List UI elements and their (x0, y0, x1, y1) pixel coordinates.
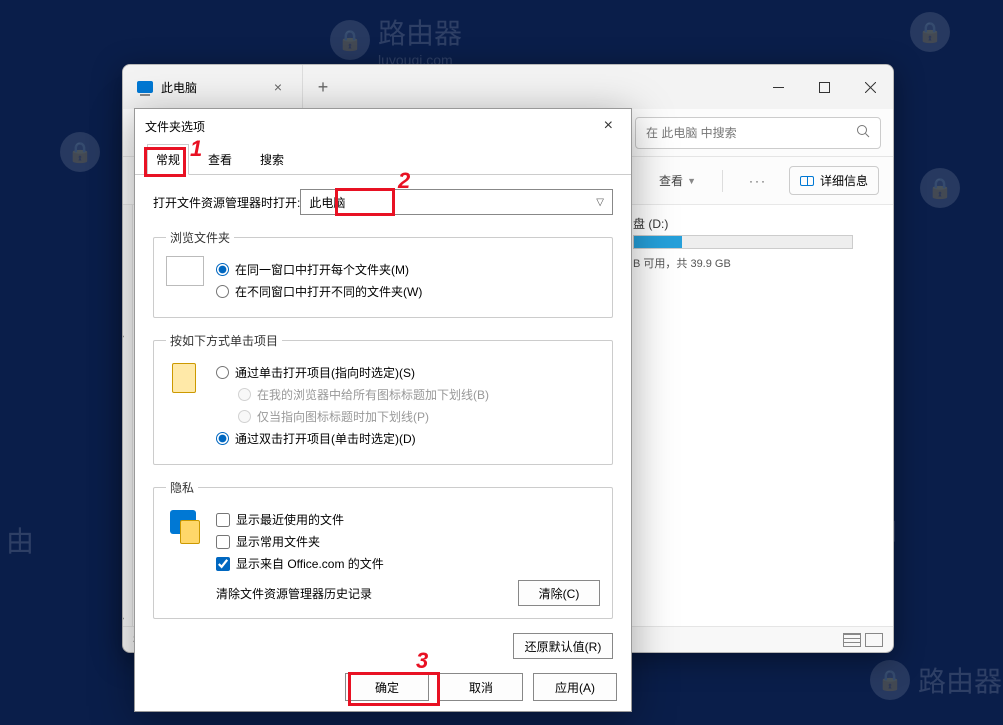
drive-usage-bar (633, 235, 853, 249)
browse-folders-group: 浏览文件夹 在同一窗口中打开每个文件夹(M) 在不同窗口中打开不同的文件夹(W) (153, 229, 613, 318)
open-target-select[interactable]: 此电脑 ▽ (300, 189, 613, 215)
privacy-icon (166, 506, 204, 544)
open-value: 此电脑 (309, 194, 345, 211)
search-placeholder: 在 此电脑 中搜索 (646, 124, 737, 141)
tab-title: 此电脑 (161, 79, 258, 96)
privacy-group: 隐私 显示最近使用的文件 显示常用文件夹 显示来自 Office.com 的文件 (153, 479, 613, 619)
apply-button[interactable]: 应用(A) (533, 673, 617, 701)
dialog-title: 文件夹选项 (145, 118, 205, 135)
watermark: 🔒 (910, 12, 950, 52)
lock-icon: 🔒 (60, 132, 100, 172)
chevron-right-icon[interactable]: › (123, 331, 124, 342)
double-click-radio[interactable]: 通过双击打开项目(单击时选定)(D) (216, 430, 600, 447)
minimize-button[interactable] (755, 65, 801, 109)
maximize-button[interactable] (801, 65, 847, 109)
tab-view[interactable]: 查看 (199, 144, 241, 175)
new-tab-button[interactable]: + (303, 65, 343, 109)
show-recent-checkbox[interactable]: 显示最近使用的文件 (216, 511, 600, 528)
drive-usage-text: B 可用，共 39.9 GB (633, 255, 731, 271)
underline-hover-radio: 仅当指向图标标题时加下划线(P) (238, 408, 600, 425)
drive-label: 盘 (D:) (633, 215, 668, 232)
dialog-buttons: 确定 取消 应用(A) (135, 663, 631, 711)
folder-options-dialog: 文件夹选项 × 常规 查看 搜索 打开文件资源管理器时打开: 此电脑 ▽ 浏览文… (134, 108, 632, 712)
chevron-down-icon: ▼ (687, 176, 696, 186)
open-label: 打开文件资源管理器时打开: (153, 194, 300, 211)
pc-icon (137, 81, 153, 93)
grid-view-icon[interactable] (865, 633, 883, 647)
view-menu[interactable]: 查看 ▼ (651, 166, 704, 195)
nav-pane: › › (123, 205, 133, 626)
watermark: 由 (6, 520, 34, 560)
watermark: 🔒 路由器 luyouqi.com (330, 12, 462, 68)
folder-icon (166, 256, 204, 286)
close-icon[interactable]: × (266, 79, 290, 95)
details-icon (800, 176, 814, 186)
watermark: 🔒 (920, 168, 960, 208)
list-view-icon[interactable] (843, 633, 861, 647)
tab-general[interactable]: 常规 (147, 144, 189, 175)
more-menu[interactable]: ··· (741, 168, 775, 194)
lock-icon: 🔒 (870, 660, 910, 700)
tab-this-pc[interactable]: 此电脑 × (123, 65, 303, 109)
dialog-titlebar: 文件夹选项 × (135, 109, 631, 143)
single-click-radio[interactable]: 通过单击打开项目(指向时选定)(S) (216, 364, 600, 381)
dialog-body: 打开文件资源管理器时打开: 此电脑 ▽ 浏览文件夹 在同一窗口中打开每个文件夹(… (135, 175, 631, 663)
separator (722, 170, 723, 192)
close-button[interactable] (847, 65, 893, 109)
titlebar: 此电脑 × + (123, 65, 893, 109)
details-label: 详细信息 (820, 172, 868, 189)
dialog-tabs: 常规 查看 搜索 (135, 143, 631, 175)
wm-title: 路由器 (378, 18, 462, 49)
search-input[interactable]: 在 此电脑 中搜索 (635, 117, 881, 149)
click-icon (166, 359, 204, 399)
close-button[interactable]: × (596, 113, 621, 139)
lock-icon: 🔒 (910, 12, 950, 52)
underline-all-radio: 在我的浏览器中给所有图标标题加下划线(B) (238, 386, 600, 403)
new-window-radio[interactable]: 在不同窗口中打开不同的文件夹(W) (216, 283, 600, 300)
clear-history-row: 清除文件资源管理器历史记录 清除(C) (216, 580, 600, 606)
chevron-right-icon[interactable]: › (123, 613, 124, 624)
search-icon (856, 124, 870, 141)
window-controls (755, 65, 893, 109)
wm-title: 由 (6, 526, 34, 557)
browse-legend: 浏览文件夹 (166, 229, 234, 246)
click-legend: 按如下方式单击项目 (166, 332, 282, 349)
restore-row: 还原默认值(R) (153, 633, 613, 659)
clear-button[interactable]: 清除(C) (518, 580, 600, 606)
click-items-group: 按如下方式单击项目 通过单击打开项目(指向时选定)(S) 在我的浏览器中给所有图… (153, 332, 613, 465)
same-window-radio[interactable]: 在同一窗口中打开每个文件夹(M) (216, 261, 600, 278)
wm-title: 路由器 (918, 666, 1002, 697)
open-explorer-row: 打开文件资源管理器时打开: 此电脑 ▽ (153, 189, 613, 215)
view-label: 查看 (659, 172, 683, 189)
privacy-legend: 隐私 (166, 479, 198, 496)
show-frequent-checkbox[interactable]: 显示常用文件夹 (216, 533, 600, 550)
ok-button[interactable]: 确定 (345, 673, 429, 701)
lock-icon: 🔒 (920, 168, 960, 208)
watermark: 🔒 路由器 (870, 660, 1002, 700)
details-pane-button[interactable]: 详细信息 (789, 166, 879, 195)
cancel-button[interactable]: 取消 (439, 673, 523, 701)
show-office-checkbox[interactable]: 显示来自 Office.com 的文件 (216, 555, 600, 572)
restore-defaults-button[interactable]: 还原默认值(R) (513, 633, 613, 659)
tab-search[interactable]: 搜索 (251, 144, 293, 175)
watermark: 🔒 (60, 132, 100, 172)
chevron-down-icon: ▽ (596, 197, 604, 208)
clear-label: 清除文件资源管理器历史记录 (216, 585, 518, 602)
lock-icon: 🔒 (330, 20, 370, 60)
